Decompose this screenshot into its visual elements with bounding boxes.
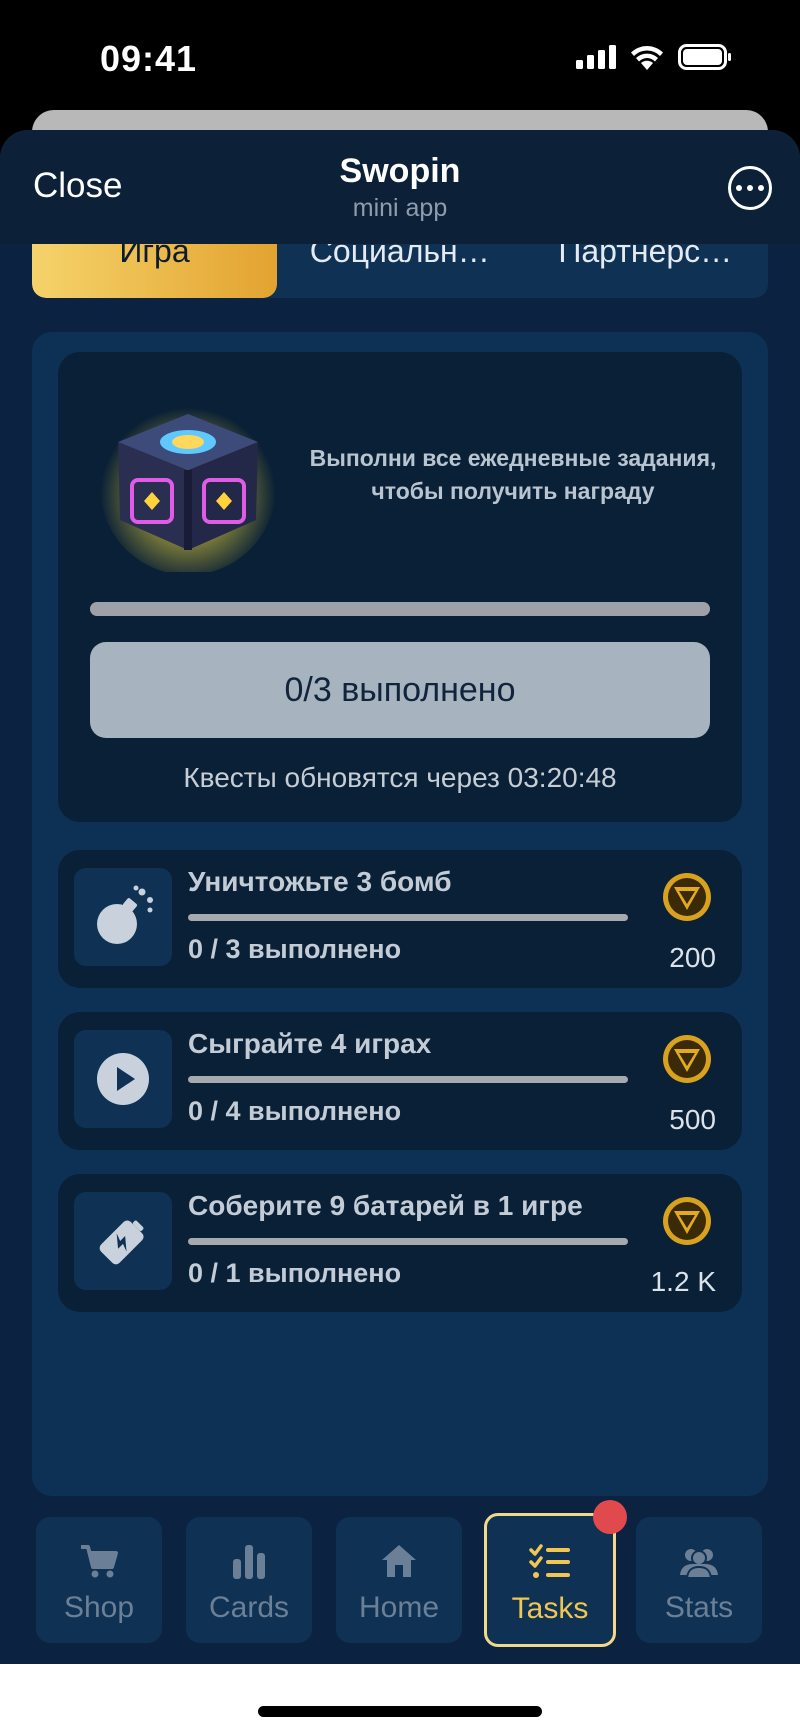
daily-completion-button[interactable]: 0/3 выполнено [90,642,710,738]
task-reward-amount: 200 [669,942,716,973]
nav-shop[interactable]: Shop [36,1517,162,1643]
task-reward-amount: 1.2 K [650,1266,716,1297]
cart-icon [81,1545,118,1578]
status-icons [576,44,732,70]
treasure-chest-icon [100,399,276,572]
daily-progress-bar [90,602,710,616]
task-title: Соберите 9 батарей в 1 игре [188,1190,583,1221]
status-bar: 09:41 [0,0,800,120]
app-subtitle: mini app [352,194,448,222]
more-options-button[interactable] [728,166,772,210]
notification-badge [593,1500,627,1534]
app-title: Swopin [339,152,461,190]
task-progress-bar [188,1076,628,1083]
play-icon [97,1053,149,1105]
task-card[interactable]: Сыграйте 4 играх 0 / 4 выполнено 500 [58,1012,742,1150]
task-title: Сыграйте 4 играх [188,1028,432,1059]
more-dot-icon [758,185,764,191]
task-progress-text: 0 / 4 выполнено [188,1096,402,1126]
task-icon-box [74,868,172,966]
coin-icon [663,1035,711,1083]
battery-icon [99,1220,144,1265]
battery-status-icon [678,44,731,70]
mini-app-sheet: Игра Социальн… Партнерс… Close Swopin mi… [0,130,800,1664]
task-progress-text: 0 / 3 выполнено [188,934,402,964]
nav-home[interactable]: Home [336,1517,462,1643]
users-icon [680,1549,718,1579]
task-card[interactable]: Соберите 9 батарей в 1 игре 0 / 1 выполн… [58,1174,742,1312]
reward-description: Выполни все ежедневные задания, чтобы по… [309,445,717,504]
nav-label: Home [358,1591,440,1624]
task-card[interactable]: Уничтожьте 3 бомб 0 / 3 выполнено 200 [58,850,742,988]
tasks-panel: Выполни все ежедневные задания, чтобы по… [32,332,768,1496]
nav-tasks[interactable]: Tasks [484,1500,627,1647]
bar-chart-icon [233,1545,265,1579]
checklist-icon [529,1544,570,1578]
home-icon [382,1545,416,1577]
home-indicator-area [0,1664,800,1734]
coin-icon [663,873,711,921]
mini-app-header: Close Swopin mini app [0,130,800,244]
nav-label: Stats [664,1591,734,1624]
nav-cards[interactable]: Cards [186,1517,312,1643]
task-title: Уничтожьте 3 бомб [188,866,452,897]
task-progress-bar [188,914,628,921]
more-dot-icon [747,185,753,191]
daily-reward-card: Выполни все ежедневные задания, чтобы по… [58,352,742,822]
nav-label: Shop [63,1591,135,1624]
nav-label: Tasks [511,1592,589,1625]
task-progress-bar [188,1238,628,1245]
nav-label: Cards [208,1591,290,1624]
status-time: 09:41 [100,38,198,79]
wifi-icon [631,46,663,70]
more-dot-icon [736,185,742,191]
cellular-signal-icon [576,45,616,69]
task-icon-box [74,1192,172,1290]
task-icon-box [74,1030,172,1128]
task-progress-text: 0 / 1 выполнено [188,1258,402,1288]
task-reward-amount: 500 [669,1104,716,1135]
quest-refresh-timer: Квесты обновятся через 03:20:48 [183,762,617,793]
coin-icon [663,1197,711,1245]
nav-stats[interactable]: Stats [636,1517,762,1643]
home-indicator[interactable] [258,1706,542,1717]
bomb-icon [97,885,153,944]
